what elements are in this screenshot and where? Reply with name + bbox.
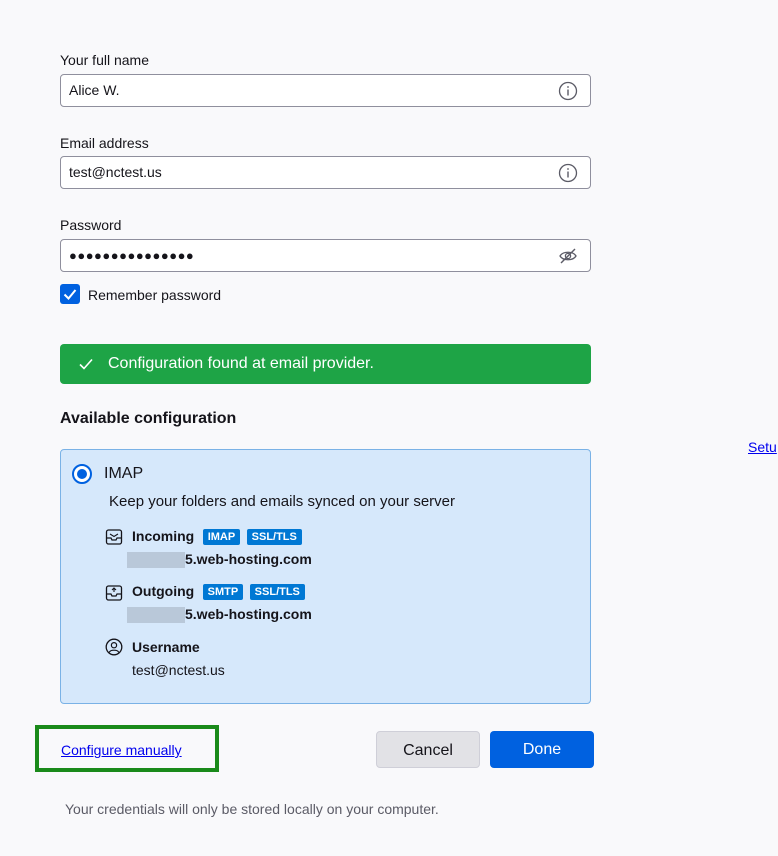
config-found-banner: Configuration found at email provider. bbox=[60, 344, 591, 384]
outgoing-security-badge: SSL/TLS bbox=[249, 583, 305, 600]
name-value: Alice W. bbox=[69, 82, 120, 98]
cancel-button[interactable]: Cancel bbox=[376, 731, 480, 768]
incoming-security-badge: SSL/TLS bbox=[246, 528, 302, 545]
email-input[interactable]: test@nctest.us bbox=[60, 156, 591, 189]
outgoing-protocol-badge: SMTP bbox=[202, 583, 244, 600]
password-value: ●●●●●●●●●●●●●●● bbox=[69, 248, 195, 263]
setup-link-partial[interactable]: Setu bbox=[748, 439, 777, 455]
password-label: Password bbox=[60, 217, 122, 233]
credentials-note: Your credentials will only be stored loc… bbox=[65, 801, 439, 817]
email-value: test@nctest.us bbox=[69, 164, 162, 180]
eye-slash-icon[interactable] bbox=[558, 246, 578, 266]
incoming-protocol-badge: IMAP bbox=[202, 528, 241, 545]
email-label: Email address bbox=[60, 135, 149, 151]
user-icon bbox=[105, 638, 123, 656]
redacted-block bbox=[127, 606, 185, 623]
protocol-name: IMAP bbox=[104, 465, 144, 482]
incoming-host-text: 5.web-hosting.com bbox=[185, 551, 312, 567]
redacted-block bbox=[127, 551, 185, 568]
password-input[interactable]: ●●●●●●●●●●●●●●● bbox=[60, 239, 591, 272]
name-label: Your full name bbox=[60, 52, 149, 68]
outbox-icon bbox=[105, 585, 123, 601]
username-label: Username bbox=[132, 639, 200, 655]
outgoing-label: Outgoing bbox=[132, 583, 195, 599]
imap-radio[interactable] bbox=[72, 464, 92, 484]
configure-manually-highlight: Configure manually bbox=[35, 725, 219, 772]
incoming-host: 5.web-hosting.com bbox=[127, 551, 312, 569]
configure-manually-link[interactable]: Configure manually bbox=[61, 742, 182, 758]
checkmark-icon bbox=[79, 358, 93, 370]
imap-config-option[interactable]: IMAP Keep your folders and emails synced… bbox=[60, 449, 591, 704]
done-button[interactable]: Done bbox=[490, 731, 594, 768]
incoming-row: Incoming IMAP SSL/TLS bbox=[132, 528, 302, 546]
outgoing-host: 5.web-hosting.com bbox=[127, 606, 312, 624]
available-config-title: Available configuration bbox=[60, 410, 237, 427]
remember-password-label: Remember password bbox=[88, 287, 222, 303]
incoming-label: Incoming bbox=[132, 528, 195, 544]
name-input[interactable]: Alice W. bbox=[60, 74, 591, 107]
remember-password-checkbox[interactable] bbox=[60, 284, 80, 304]
protocol-description: Keep your folders and emails synced on y… bbox=[109, 493, 456, 510]
outgoing-host-text: 5.web-hosting.com bbox=[185, 606, 312, 622]
username-value: test@nctest.us bbox=[132, 662, 225, 678]
info-icon[interactable] bbox=[558, 163, 578, 183]
info-icon[interactable] bbox=[558, 81, 578, 101]
checkmark-icon bbox=[63, 289, 77, 300]
banner-message: Configuration found at email provider. bbox=[108, 355, 374, 372]
inbox-icon bbox=[105, 529, 123, 545]
outgoing-row: Outgoing SMTP SSL/TLS bbox=[132, 583, 305, 601]
